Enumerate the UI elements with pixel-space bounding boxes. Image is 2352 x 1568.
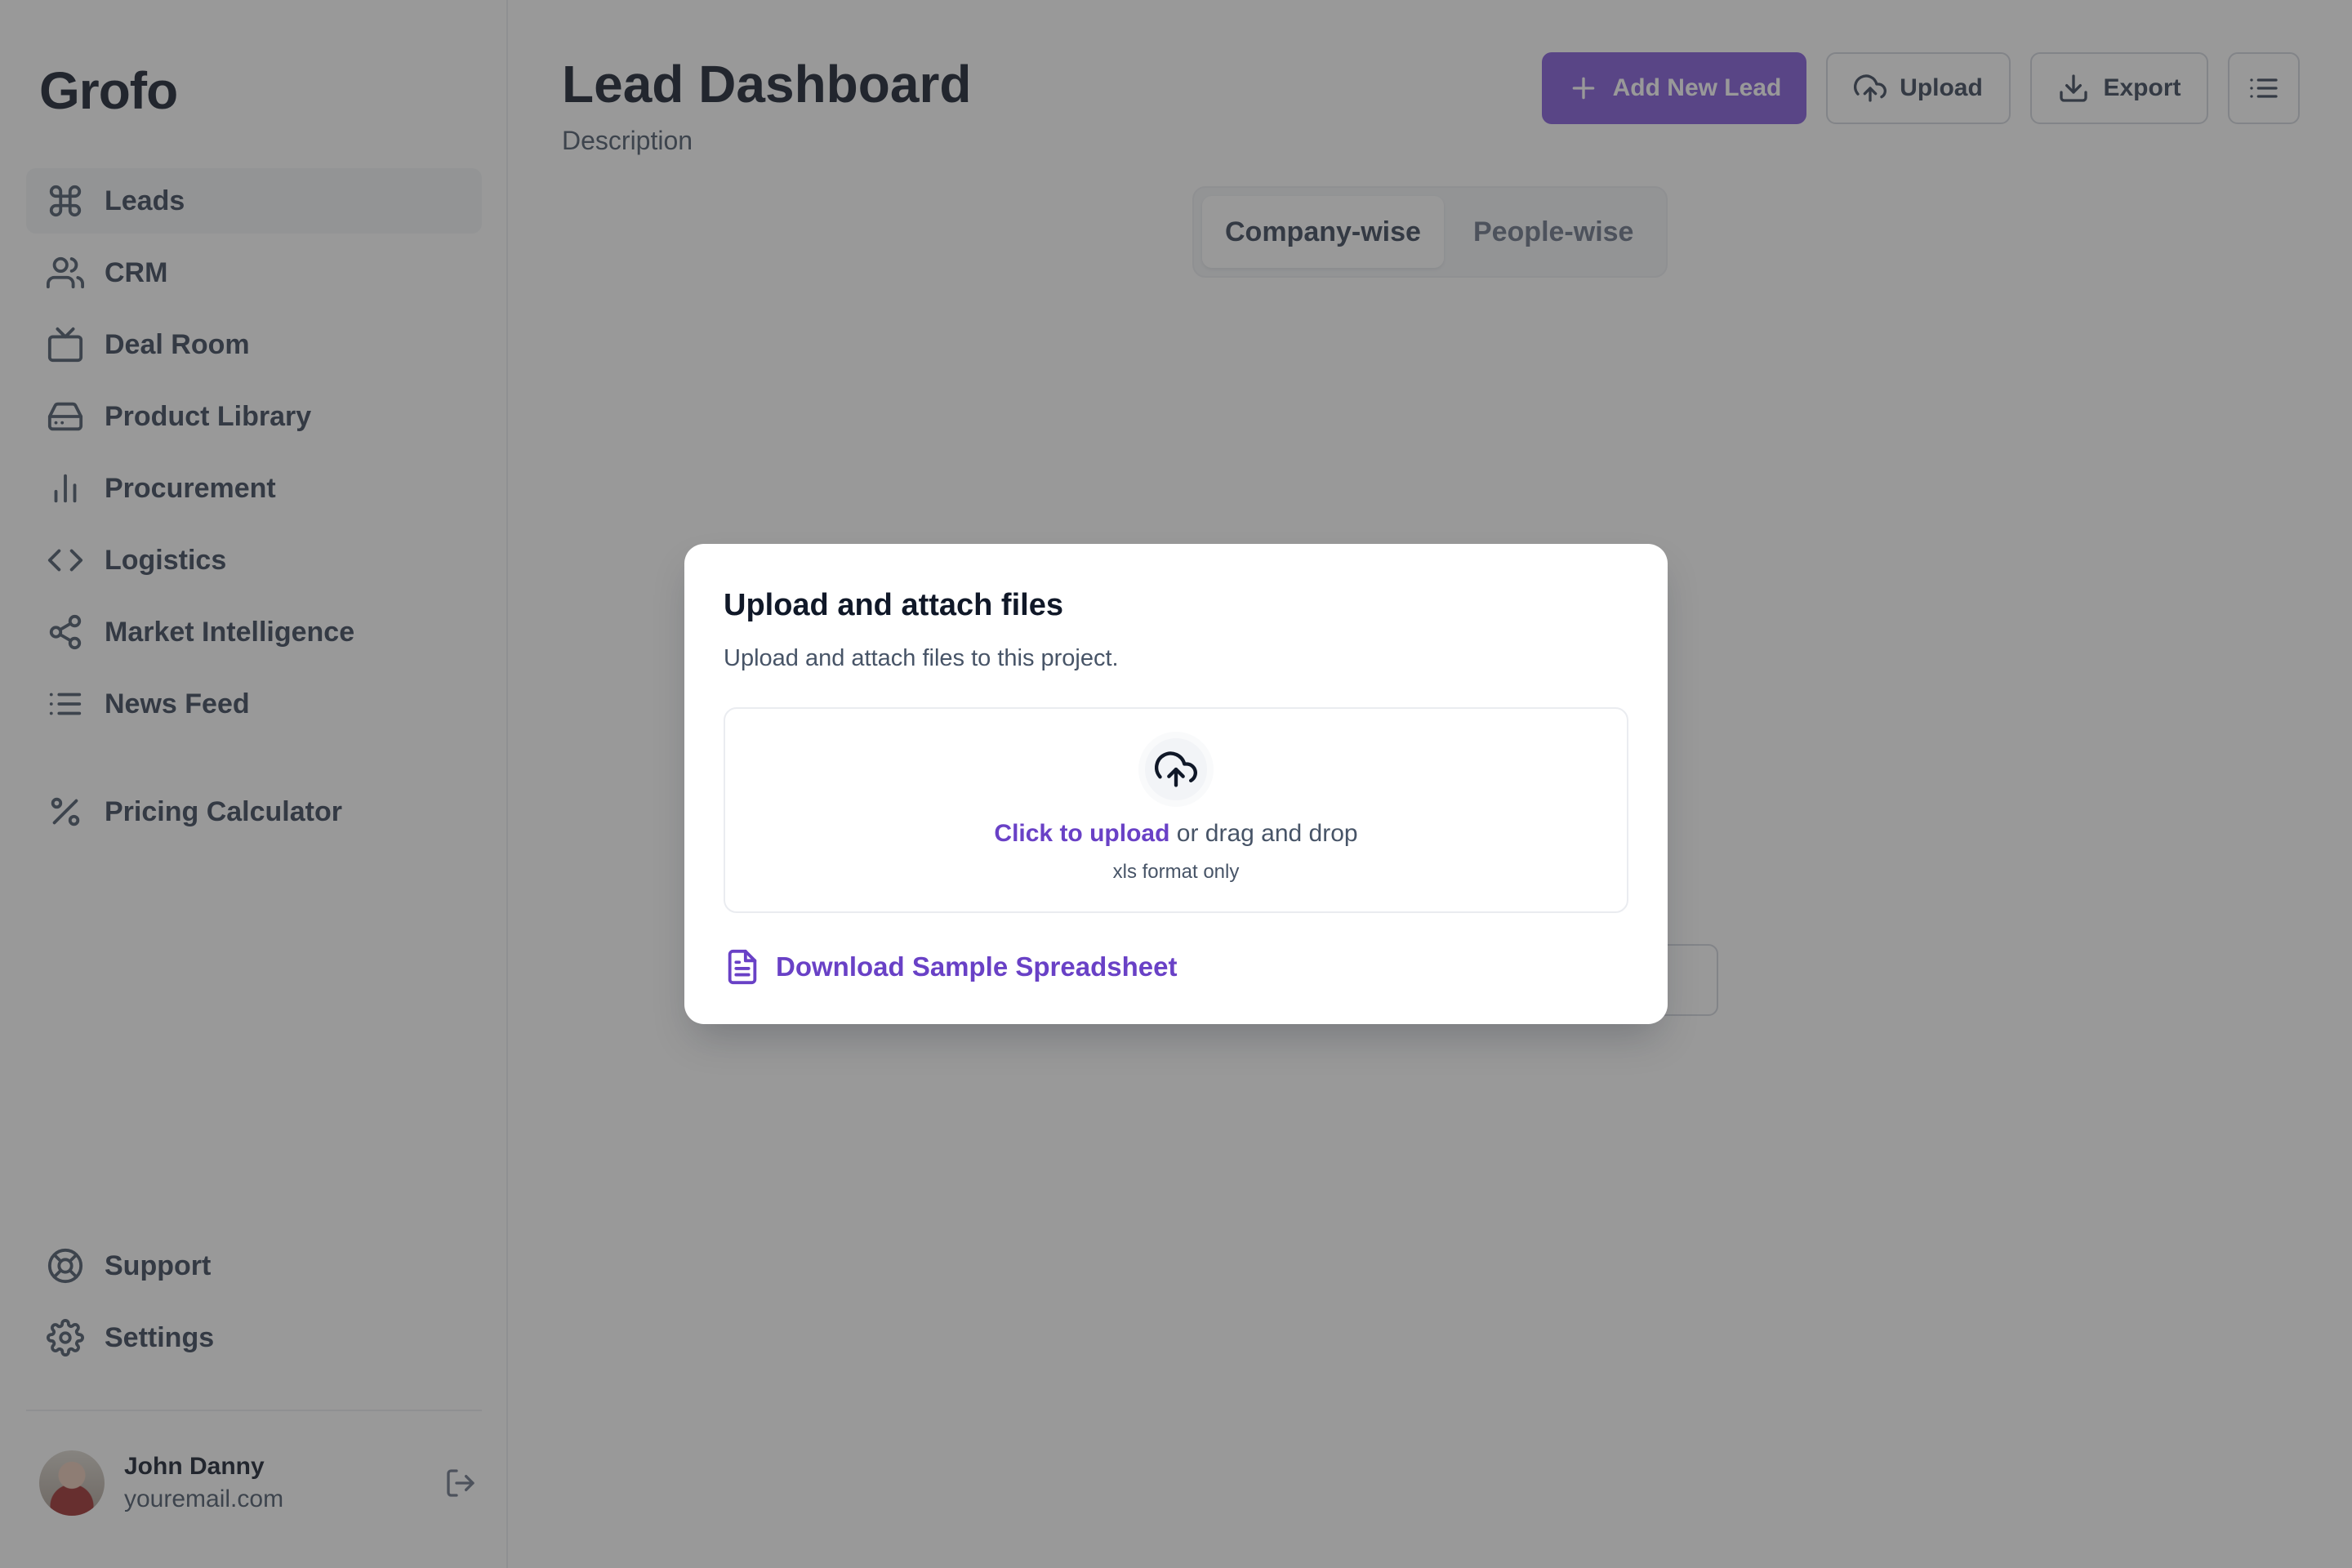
download-sample-link[interactable]: Download Sample Spreadsheet [724,944,1177,990]
click-to-upload-link[interactable]: Click to upload [994,820,1169,847]
format-hint: xls format only [1112,861,1240,883]
upload-modal: Upload and attach files Upload and attac… [684,544,1668,1024]
download-sample-label: Download Sample Spreadsheet [776,951,1178,982]
drag-drop-text: or drag and drop [1169,820,1358,847]
dropzone-instructions: Click to upload or drag and drop [725,820,1627,848]
modal-subtitle: Upload and attach files to this project. [724,645,1119,671]
file-dropzone[interactable]: Click to upload or drag and drop xls for… [724,707,1628,913]
upload-cloud-icon [1138,732,1214,807]
modal-title: Upload and attach files [724,588,1063,622]
file-text-icon [728,949,757,985]
